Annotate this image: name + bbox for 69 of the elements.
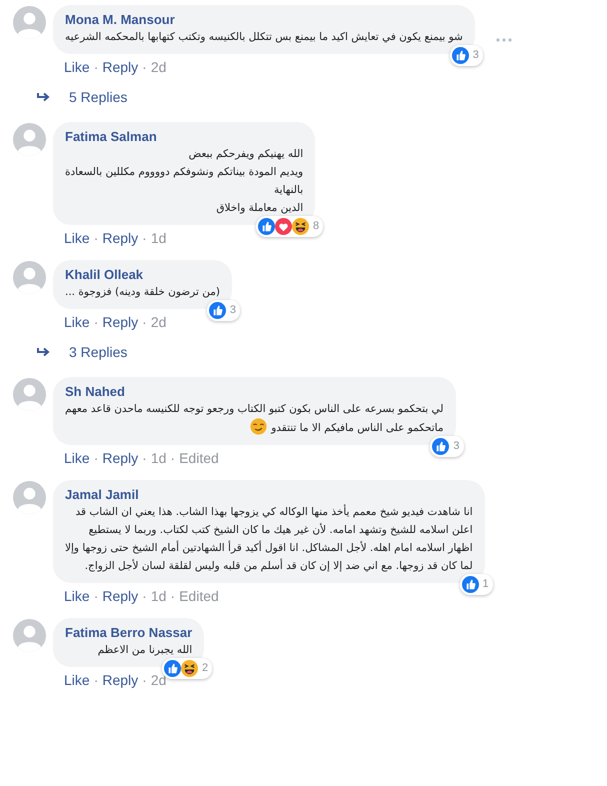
like-link[interactable]: Like (64, 672, 90, 688)
reaction-count: 8 (313, 219, 320, 234)
separator-dot: · (142, 450, 147, 466)
comment-text: لما كان قد زوجها. مع اني ضد إلا إن كان قد أسلم من قلبه وليس لقلقة لسان لأجل الزواج. (84, 558, 473, 574)
view-replies-link[interactable]: 3 Replies (69, 342, 128, 363)
reply-link[interactable]: Reply (102, 230, 138, 246)
comment-text: انا شاهدت فيديو شيخ معمم يأخذ منها الوكاله كي يزوجها بهذا الشاب. هذا يعني ان الشاب قد (74, 503, 473, 520)
reply-link[interactable]: Reply (102, 588, 138, 604)
like-link[interactable]: Like (64, 588, 90, 604)
comment-time: 1d (150, 230, 166, 246)
separator-dot: · (142, 59, 147, 75)
edited-label: Edited (179, 450, 219, 466)
author-name[interactable]: Khalil Olleak (65, 267, 220, 283)
reaction-count: 1 (482, 577, 489, 592)
like-link[interactable]: Like (64, 314, 90, 330)
author-name[interactable]: Mona M. Mansour (65, 12, 463, 28)
comment-text: لي بتحكمو بسرعه على الناس بكون كتبو الكتاب ورجعو توجه للكنيسه ماحدن قاعد معهم (65, 402, 444, 417)
comment-text: اعلن اسلامه للشيخ وتشهد امامه. لأن غير هيك ما كان الشيخ كتب لكتاب. وربما لا يستطيع (88, 522, 473, 538)
separator-dot: · (94, 314, 98, 330)
separator-dot: · (170, 588, 176, 604)
avatar[interactable] (13, 619, 46, 652)
author-name[interactable]: Jamal Jamil (65, 487, 473, 503)
more-options-icon[interactable] (496, 38, 512, 42)
reply-link[interactable]: Reply (102, 672, 138, 688)
reply-arrow-icon (37, 92, 51, 104)
reaction-count: 3 (230, 303, 236, 318)
separator-dot: · (94, 450, 98, 466)
separator-dot: · (142, 672, 147, 688)
like-link[interactable]: Like (64, 59, 90, 75)
reply-link[interactable]: Reply (102, 59, 138, 75)
separator-dot: · (142, 314, 147, 330)
separator-dot: · (142, 588, 147, 604)
separator-dot: · (94, 588, 98, 604)
separator-dot: · (142, 230, 147, 246)
author-name[interactable]: Fatima Salman (65, 129, 304, 145)
reply-arrow-icon (37, 346, 51, 358)
like-link[interactable]: Like (64, 230, 90, 246)
author-name[interactable]: Sh Nahed (65, 384, 444, 400)
reply-link[interactable]: Reply (102, 450, 138, 466)
separator-dot: · (94, 230, 98, 246)
comment-text: الله يهنيكم ويفرحكم ببعض (188, 147, 304, 162)
view-replies-link[interactable]: 5 Replies (69, 87, 128, 108)
like-link[interactable]: Like (64, 450, 90, 466)
edited-label: Edited (179, 588, 219, 604)
reaction-count: 3 (453, 439, 460, 454)
comment-text: بالنهاية (273, 183, 304, 198)
avatar[interactable] (13, 6, 46, 39)
reaction-count: 2 (202, 661, 208, 676)
comment-time: 1d (150, 450, 166, 466)
comment-text: شو بيمنع يكون في تعايش اكيد ما بيمنع بس تتكلل بالكنيسه وتكتب كتهابها بالمحكمه الشرعيه (65, 30, 463, 45)
comment-time: 2d (150, 59, 166, 75)
comment-text: اظهار اسلامه امام اهله. لأجل المشاكل. انا اقول أكيد قرأ الشهادتين أمام الشيخ حتى زوجها وإلا (65, 540, 473, 556)
separator-dot: · (94, 672, 98, 688)
comment-text: ماتحكمو على الناس مافيكم الا ما تنتقدو (65, 418, 444, 437)
author-name[interactable]: Fatima Berro Nassar (65, 625, 192, 641)
comment-text: الدين معاملة واخلاق (215, 201, 304, 216)
comment-text: الله يجبرنا من الاعظم (96, 643, 192, 658)
reaction-count: 3 (472, 48, 479, 64)
avatar[interactable] (13, 481, 46, 514)
comment-text: (من ترضون خلقة ودينه) فزوجوة ... (65, 285, 220, 300)
avatar[interactable] (13, 123, 46, 156)
comment-text: ويديم المودة بيناتكم ونشوفكم دووووم مكللين بالسعادة (65, 165, 304, 180)
avatar[interactable] (13, 378, 46, 411)
avatar[interactable] (13, 261, 46, 294)
separator-dot: · (170, 450, 176, 466)
comment-time: 2d (150, 314, 166, 330)
reply-link[interactable]: Reply (102, 314, 138, 330)
comment-time: 1d (150, 588, 166, 604)
separator-dot: · (94, 59, 98, 75)
